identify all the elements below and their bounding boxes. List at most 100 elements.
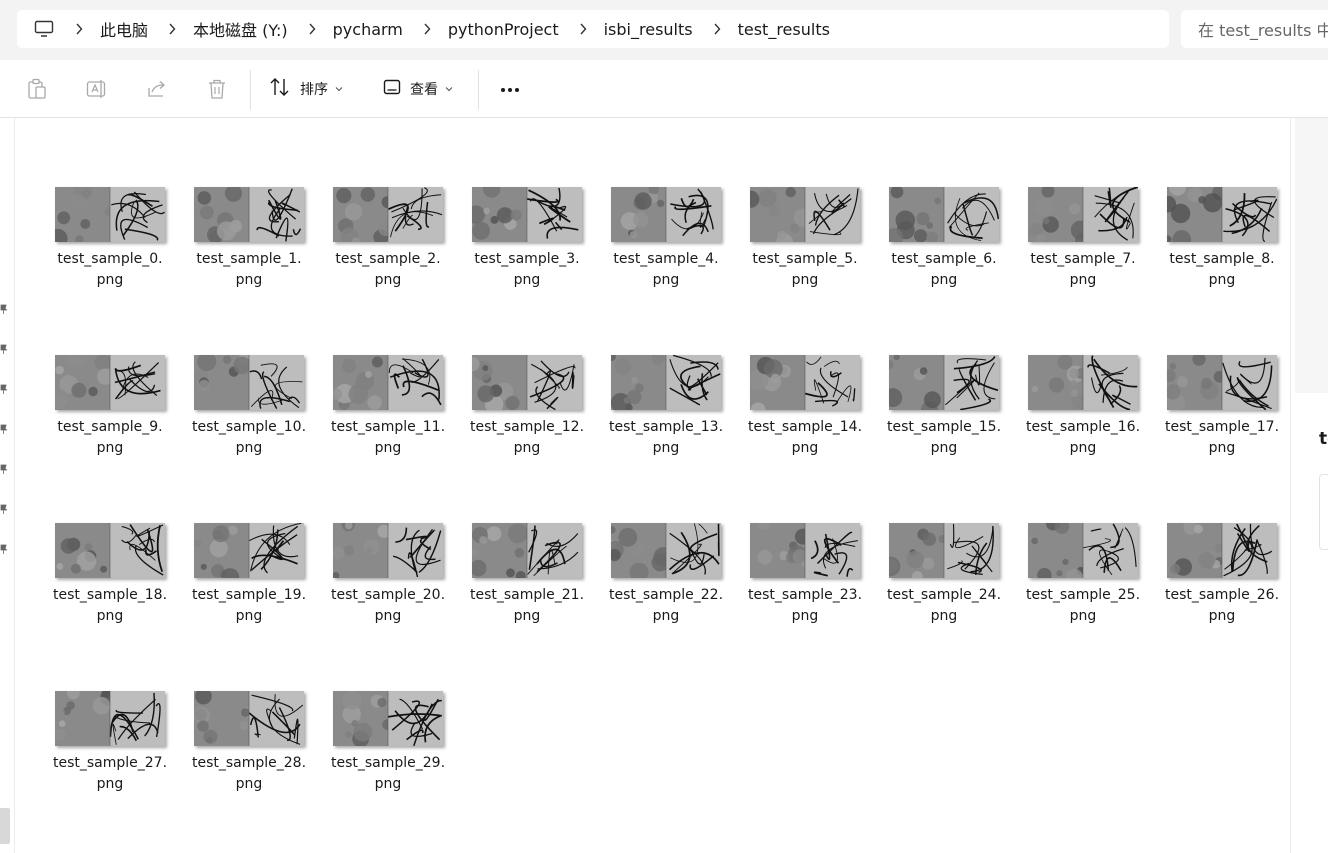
- pin-icon[interactable]: [0, 419, 8, 434]
- copy-icon[interactable]: [26, 77, 48, 101]
- file-item[interactable]: test_sample_7. png: [1015, 186, 1145, 306]
- computer-icon[interactable]: [33, 18, 55, 40]
- pin-icon[interactable]: [0, 459, 8, 474]
- file-item[interactable]: test_sample_21. png: [459, 522, 589, 642]
- image-thumbnail: [472, 355, 582, 410]
- image-thumbnail: [55, 691, 165, 746]
- chevron-right-icon[interactable]: [573, 23, 593, 35]
- file-name: test_sample_12. png: [459, 417, 595, 459]
- file-item[interactable]: test_sample_25. png: [1015, 522, 1145, 642]
- file-item[interactable]: test_sample_11. png: [320, 354, 450, 474]
- file-item[interactable]: test_sample_26. png: [1154, 522, 1284, 642]
- file-item[interactable]: test_sample_29. png: [320, 690, 450, 810]
- breadcrumb-test-results[interactable]: test_results: [738, 20, 830, 39]
- file-item[interactable]: test_sample_17. png: [1154, 354, 1284, 474]
- file-item[interactable]: test_sample_23. png: [737, 522, 867, 642]
- breadcrumb-isbi-results[interactable]: isbi_results: [604, 20, 693, 39]
- delete-icon[interactable]: [206, 77, 228, 101]
- share-icon[interactable]: [146, 77, 168, 101]
- file-item[interactable]: test_sample_20. png: [320, 522, 450, 642]
- file-item[interactable]: test_sample_2. png: [320, 186, 450, 306]
- file-name: test_sample_10. png: [181, 417, 317, 459]
- view-button[interactable]: 查看: [383, 74, 453, 104]
- file-item[interactable]: test_sample_22. png: [598, 522, 728, 642]
- breadcrumb-pythonproject[interactable]: pythonProject: [448, 20, 559, 39]
- image-thumbnail: [55, 355, 165, 410]
- search-input[interactable]: 在 test_results 中: [1181, 10, 1328, 48]
- breadcrumb-local-disk[interactable]: 本地磁盘 (Y:): [193, 17, 288, 41]
- breadcrumb-pycharm[interactable]: pycharm: [333, 20, 403, 39]
- file-item[interactable]: test_sample_6. png: [876, 186, 1006, 306]
- file-item[interactable]: test_sample_5. png: [737, 186, 867, 306]
- more-icon[interactable]: [496, 82, 524, 98]
- pin-icon[interactable]: [0, 539, 8, 554]
- sort-button[interactable]: 排序: [269, 74, 343, 104]
- chevron-right-icon[interactable]: [69, 23, 89, 35]
- file-item[interactable]: test_sample_9. png: [42, 354, 172, 474]
- file-name: test_sample_3.png: [459, 249, 595, 291]
- file-name-line-2: png: [1208, 440, 1236, 456]
- file-name-line-2: png: [513, 272, 541, 288]
- file-item[interactable]: test_sample_24. png: [876, 522, 1006, 642]
- image-thumbnail: [1028, 187, 1138, 242]
- file-item[interactable]: test_sample_14. png: [737, 354, 867, 474]
- image-thumbnail: [472, 523, 582, 578]
- file-name-line-2: png: [652, 272, 680, 288]
- file-name: test_sample_16. png: [1015, 417, 1151, 459]
- file-item[interactable]: test_sample_1. png: [181, 186, 311, 306]
- image-thumbnail: [750, 187, 860, 242]
- file-name-line-2: png: [1208, 272, 1236, 288]
- pin-icon[interactable]: [0, 499, 8, 514]
- chevron-right-icon[interactable]: [417, 23, 437, 35]
- file-item[interactable]: test_sample_16. png: [1015, 354, 1145, 474]
- file-item[interactable]: test_sample_8. png: [1154, 186, 1284, 306]
- file-item[interactable]: test_sample_19. png: [181, 522, 311, 642]
- file-name: test_sample_11. png: [320, 417, 456, 459]
- file-name-line-2: png: [791, 272, 819, 288]
- file-name-line-1: test_sample_25.: [1025, 587, 1141, 603]
- file-item[interactable]: test_sample_0. png: [42, 186, 172, 306]
- chevron-right-icon[interactable]: [302, 23, 322, 35]
- chevron-right-icon[interactable]: [162, 23, 182, 35]
- navigation-pane[interactable]: [0, 118, 15, 853]
- pin-icon[interactable]: [0, 339, 8, 354]
- file-name-line-1: test_sample_3.: [474, 251, 580, 267]
- file-name-line-1: test_sample_6.: [891, 251, 997, 267]
- address-bar[interactable]: 此电脑 本地磁盘 (Y:) pycharm pythonProject isbi…: [17, 10, 1169, 48]
- pin-icon[interactable]: [0, 379, 8, 394]
- file-item[interactable]: test_sample_4. png: [598, 186, 728, 306]
- chevron-right-icon[interactable]: [707, 23, 727, 35]
- breadcrumb-this-pc[interactable]: 此电脑: [100, 17, 148, 41]
- file-item[interactable]: test_sample_18. png: [42, 522, 172, 642]
- scrollbar-thumb[interactable]: [0, 808, 10, 844]
- image-thumbnail: [611, 355, 721, 410]
- image-thumbnail: [750, 523, 860, 578]
- file-name-line-2: png: [96, 776, 124, 792]
- file-name-line-1: test_sample_13.: [608, 419, 724, 435]
- file-name: test_sample_0. png: [42, 249, 178, 291]
- image-thumbnail: [1167, 523, 1277, 578]
- rename-icon[interactable]: [86, 77, 108, 101]
- pin-icon[interactable]: [0, 299, 8, 314]
- file-item[interactable]: test_sample_27. png: [42, 690, 172, 810]
- file-item[interactable]: test_sample_3.png: [459, 186, 589, 306]
- image-thumbnail: [1167, 355, 1277, 410]
- image-thumbnail: [611, 187, 721, 242]
- file-name-line-2: png: [96, 440, 124, 456]
- file-item[interactable]: test_sample_15. png: [876, 354, 1006, 474]
- file-name-line-1: test_sample_15.: [886, 419, 1002, 435]
- file-item[interactable]: test_sample_12. png: [459, 354, 589, 474]
- file-item[interactable]: test_sample_13. png: [598, 354, 728, 474]
- image-thumbnail: [1167, 187, 1277, 242]
- toolbar-divider: [478, 70, 479, 110]
- view-label: 查看: [410, 82, 438, 98]
- file-name-line-2: png: [791, 440, 819, 456]
- file-name-line-1: test_sample_21.: [469, 587, 585, 603]
- chevron-down-icon: [445, 86, 453, 92]
- file-name-line-2: png: [374, 776, 402, 792]
- file-item[interactable]: test_sample_10. png: [181, 354, 311, 474]
- details-panel: [1319, 474, 1328, 550]
- file-name-line-2: png: [235, 608, 263, 624]
- file-item[interactable]: test_sample_28. png: [181, 690, 311, 810]
- file-name-line-2: png: [374, 272, 402, 288]
